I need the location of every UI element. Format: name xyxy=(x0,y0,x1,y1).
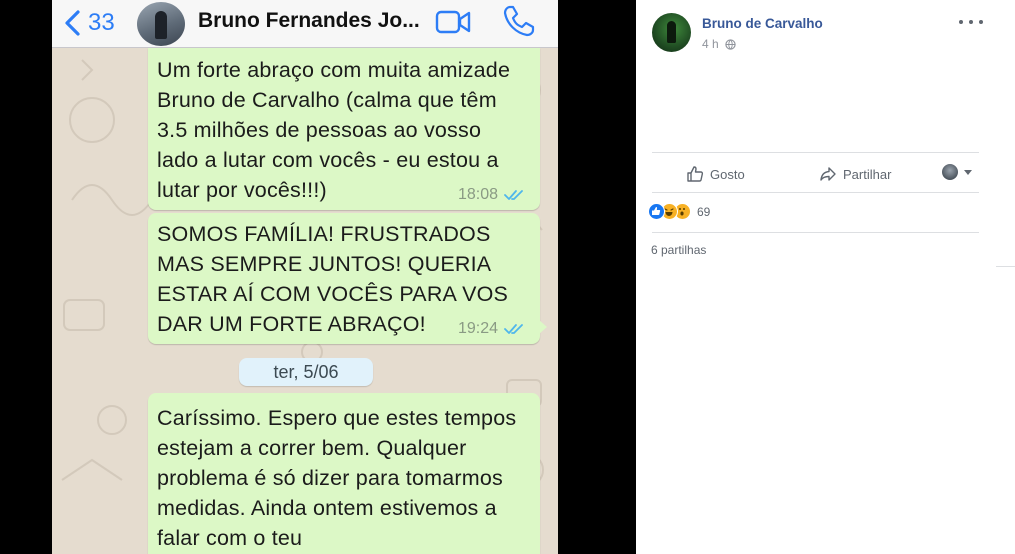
unread-count: 33 xyxy=(88,9,115,36)
date-separator: ter, 5/06 xyxy=(239,358,373,386)
reactions-summary[interactable]: 69 xyxy=(648,203,710,220)
double-check-icon xyxy=(504,190,523,200)
message-time: 19:24 xyxy=(457,320,498,337)
share-label: Partilhar xyxy=(843,166,892,182)
chat-header: 33 Bruno Fernandes Jo... xyxy=(52,0,558,48)
divider xyxy=(652,152,979,153)
post-meta: 4 h xyxy=(702,37,736,51)
message-meta: 18:08 xyxy=(458,186,524,204)
back-button[interactable]: 33 xyxy=(62,6,115,40)
react-as-selector[interactable] xyxy=(942,164,972,180)
feed-edge xyxy=(996,0,1015,554)
message-bubble[interactable]: Caríssimo. Espero que estes tempos estej… xyxy=(148,393,540,554)
whatsapp-screenshot: 33 Bruno Fernandes Jo... Um forte abraço… xyxy=(52,0,558,554)
share-button[interactable]: Partilhar xyxy=(819,163,891,185)
more-options-button[interactable] xyxy=(959,14,983,30)
share-arrow-icon xyxy=(820,167,836,181)
message-text: Caríssimo. Espero que estes tempos estej… xyxy=(157,406,517,550)
globe-icon[interactable] xyxy=(725,38,736,50)
divider xyxy=(652,192,979,193)
dot-icon xyxy=(969,20,973,24)
chevron-left-icon xyxy=(65,10,80,36)
video-call-icon[interactable] xyxy=(435,9,471,35)
message-bubble[interactable]: SOMOS FAMÍLIA! FRUSTRADOS MAS SEMPRE JUN… xyxy=(148,213,547,344)
contact-name[interactable]: Bruno Fernandes Jo... xyxy=(198,9,420,33)
user-avatar xyxy=(942,164,958,180)
double-check-icon xyxy=(504,324,523,334)
shares-count[interactable]: 6 partilhas xyxy=(651,243,706,257)
author-name[interactable]: Bruno de Carvalho xyxy=(702,16,823,31)
message-text: Um forte abraço com muita amizade Bruno … xyxy=(157,58,511,202)
reaction-count: 69 xyxy=(697,204,711,219)
like-reaction-icon xyxy=(648,203,665,220)
message-meta: 19:24 xyxy=(458,320,524,338)
dot-icon xyxy=(959,20,963,24)
bubble-tail xyxy=(539,320,547,334)
author-avatar[interactable] xyxy=(652,13,691,52)
like-button[interactable]: Gosto xyxy=(686,163,745,185)
divider xyxy=(652,232,979,233)
facebook-post: Bruno de Carvalho 4 h Gosto Partilhar 69… xyxy=(636,0,996,554)
caret-down-icon xyxy=(964,169,972,175)
dot-icon xyxy=(979,20,983,24)
message-bubble[interactable]: Um forte abraço com muita amizade Bruno … xyxy=(148,48,540,210)
contact-avatar[interactable] xyxy=(137,2,185,46)
phone-icon[interactable] xyxy=(502,4,536,38)
like-label: Gosto xyxy=(710,166,745,182)
thumbs-up-icon xyxy=(687,166,704,182)
post-time[interactable]: 4 h xyxy=(702,37,719,51)
message-time: 18:08 xyxy=(457,186,498,203)
